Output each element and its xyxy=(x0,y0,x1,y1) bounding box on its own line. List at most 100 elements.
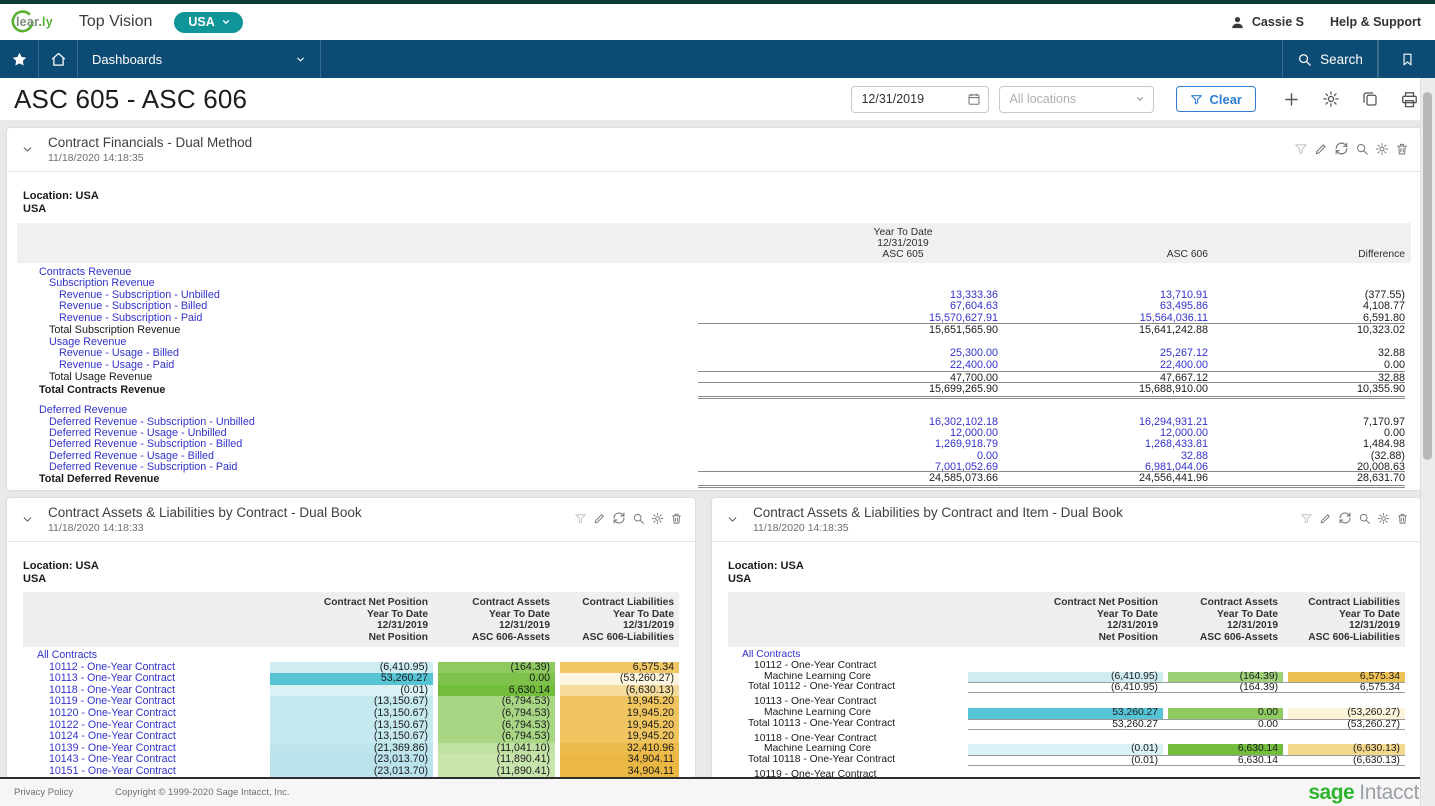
contract-link[interactable]: 10120 - One-Year Contract xyxy=(23,708,270,720)
row-values: (23,013.70)(11,890.41)34,904.11 xyxy=(270,766,679,778)
column-header-line: 12/31/2019 xyxy=(1288,620,1400,632)
row-label: Total 10113 - One-Year Contract xyxy=(728,719,968,730)
filter-icon[interactable] xyxy=(1294,142,1308,156)
panel-actions xyxy=(1300,511,1409,525)
contract-link[interactable]: 10113 - One-Year Contract xyxy=(23,673,270,685)
panel-header: Contract Assets & Liabilities by Contrac… xyxy=(712,498,1421,542)
edit-icon[interactable] xyxy=(593,512,606,525)
cell-value[interactable]: 1,268,433.81 xyxy=(998,439,1208,450)
filter-icon[interactable] xyxy=(574,512,587,525)
bookmark-button[interactable] xyxy=(1378,40,1435,78)
search-button[interactable]: Search xyxy=(1282,40,1378,78)
row-values: 53,260.270.00(53,260.27) xyxy=(270,673,679,685)
contract-link[interactable]: All Contracts xyxy=(728,650,968,661)
contract-link[interactable]: 10122 - One-Year Contract xyxy=(23,720,270,732)
row-values: (6,410.95)(164.39)6,575.34 xyxy=(968,682,1405,693)
row-label: Total 10118 - One-Year Contract xyxy=(728,755,968,766)
trash-icon[interactable] xyxy=(670,512,683,525)
help-support-link[interactable]: Help & Support xyxy=(1330,15,1421,29)
table-row: 10118 - One-Year Contract xyxy=(728,734,1405,745)
cell-value: (53,260.27) xyxy=(1288,708,1405,719)
copy-button[interactable] xyxy=(1361,90,1379,108)
table-row: Machine Learning Core(0.01)6,630.14(6,63… xyxy=(728,744,1405,755)
account-link[interactable]: Deferred Revenue - Subscription - Paid xyxy=(23,462,698,473)
gear-icon[interactable] xyxy=(1375,142,1389,156)
account-link[interactable]: Deferred Revenue xyxy=(23,405,698,416)
calendar-icon[interactable] xyxy=(967,92,981,106)
report-row: Revenue - Subscription - Paid15,570,627.… xyxy=(23,313,1405,324)
cell-value[interactable]: 22,400.00 xyxy=(998,360,1208,371)
trash-icon[interactable] xyxy=(1395,142,1409,156)
print-button[interactable] xyxy=(1400,90,1419,109)
cell-value[interactable]: 1,269,918.79 xyxy=(698,439,998,450)
contract-link[interactable]: All Contracts xyxy=(23,650,270,662)
collapse-chevron-icon[interactable] xyxy=(21,143,34,156)
refresh-icon[interactable] xyxy=(612,511,626,525)
cell-value[interactable]: 15,564,036.11 xyxy=(998,313,1208,324)
column-header-line: ASC 606-Assets xyxy=(438,632,550,644)
contract-link[interactable]: 10139 - One-Year Contract xyxy=(23,743,270,755)
contract-link[interactable]: 10112 - One-Year Contract xyxy=(23,662,270,674)
privacy-policy-link[interactable]: Privacy Policy xyxy=(14,787,73,798)
page-footer: Privacy Policy Copyright © 1999-2020 Sag… xyxy=(0,779,1435,806)
entity-selector[interactable]: USA xyxy=(174,12,242,33)
collapse-chevron-icon[interactable] xyxy=(726,513,739,526)
cell-value[interactable]: 63,495.86 xyxy=(998,301,1208,312)
contract-link[interactable]: 10124 - One-Year Contract xyxy=(23,731,270,743)
account-link[interactable]: Revenue - Subscription - Billed xyxy=(23,301,698,312)
gear-icon[interactable] xyxy=(651,512,664,525)
favorites-button[interactable] xyxy=(0,40,39,78)
cell-value[interactable]: 67,604.63 xyxy=(698,301,998,312)
cell-value[interactable]: 22,400.00 xyxy=(698,360,998,371)
cell-value: 6,630.14 xyxy=(1168,744,1283,755)
zoom-icon[interactable] xyxy=(632,512,645,525)
contract-link[interactable]: 10151 - One-Year Contract xyxy=(23,766,270,778)
cell-value xyxy=(1168,661,1283,672)
filter-icon[interactable] xyxy=(1300,512,1313,525)
column-header-line: Year To Date xyxy=(560,609,674,621)
row-values: (6,410.95)(164.39)6,575.34 xyxy=(968,672,1405,683)
add-component-button[interactable] xyxy=(1282,90,1301,109)
table-row: Machine Learning Core53,260.270.00(53,26… xyxy=(728,708,1405,719)
cell-value: (6,630.13) xyxy=(1288,756,1405,765)
contract-link[interactable]: 10119 - One-Year Contract xyxy=(23,696,270,708)
account-link[interactable]: Deferred Revenue - Subscription - Billed xyxy=(23,439,698,450)
edit-icon[interactable] xyxy=(1314,142,1328,156)
column-header: Contract AssetsYear To Date12/31/2019ASC… xyxy=(438,597,555,643)
zoom-icon[interactable] xyxy=(1355,142,1369,156)
cell-value: 53,260.27 xyxy=(968,720,1163,729)
table-row: 10124 - One-Year Contract(13,150.67)(6,7… xyxy=(23,731,679,743)
refresh-icon[interactable] xyxy=(1334,141,1349,156)
home-button[interactable] xyxy=(39,40,78,78)
user-menu[interactable]: Cassie S xyxy=(1230,15,1304,30)
column-header-asc606: ASC 606 xyxy=(998,249,1208,260)
dashboards-menu[interactable]: Dashboards xyxy=(78,40,321,78)
locations-select[interactable]: All locations xyxy=(999,86,1154,113)
account-link[interactable]: Revenue - Subscription - Paid xyxy=(23,313,698,324)
scrollbar-thumb[interactable] xyxy=(1423,92,1432,460)
clear-filters-button[interactable]: Clear xyxy=(1176,86,1256,112)
column-header: Contract Net PositionYear To Date12/31/2… xyxy=(968,597,1163,643)
cell-value: 10,355.90 xyxy=(1208,382,1405,399)
date-input[interactable] xyxy=(852,92,967,106)
contract-link[interactable]: 10143 - One-Year Contract xyxy=(23,754,270,766)
contract-link[interactable]: 10118 - One-Year Contract xyxy=(23,685,270,697)
report-location: Location: USA xyxy=(23,560,679,573)
account-link[interactable]: Revenue - Usage - Paid xyxy=(23,360,698,371)
gear-icon[interactable] xyxy=(1377,512,1390,525)
collapse-chevron-icon[interactable] xyxy=(21,513,34,526)
row-values: (0.01)6,630.14(6,630.13) xyxy=(270,685,679,697)
cell-value[interactable]: 15,570,627.91 xyxy=(698,313,998,324)
report-location-sub: USA xyxy=(23,203,1405,216)
cell-value: 24,585,073.66 xyxy=(698,471,998,488)
edit-icon[interactable] xyxy=(1319,512,1332,525)
trash-icon[interactable] xyxy=(1396,512,1409,525)
settings-button[interactable] xyxy=(1322,90,1340,108)
cell-value xyxy=(968,661,1163,672)
page-scrollbar[interactable] xyxy=(1420,78,1435,806)
zoom-icon[interactable] xyxy=(1358,512,1371,525)
chevron-down-icon xyxy=(1135,94,1145,104)
refresh-icon[interactable] xyxy=(1338,511,1352,525)
row-label: Machine Learning Core xyxy=(728,708,968,719)
report-row: Total Deferred Revenue24,585,073.6624,55… xyxy=(23,473,1405,486)
